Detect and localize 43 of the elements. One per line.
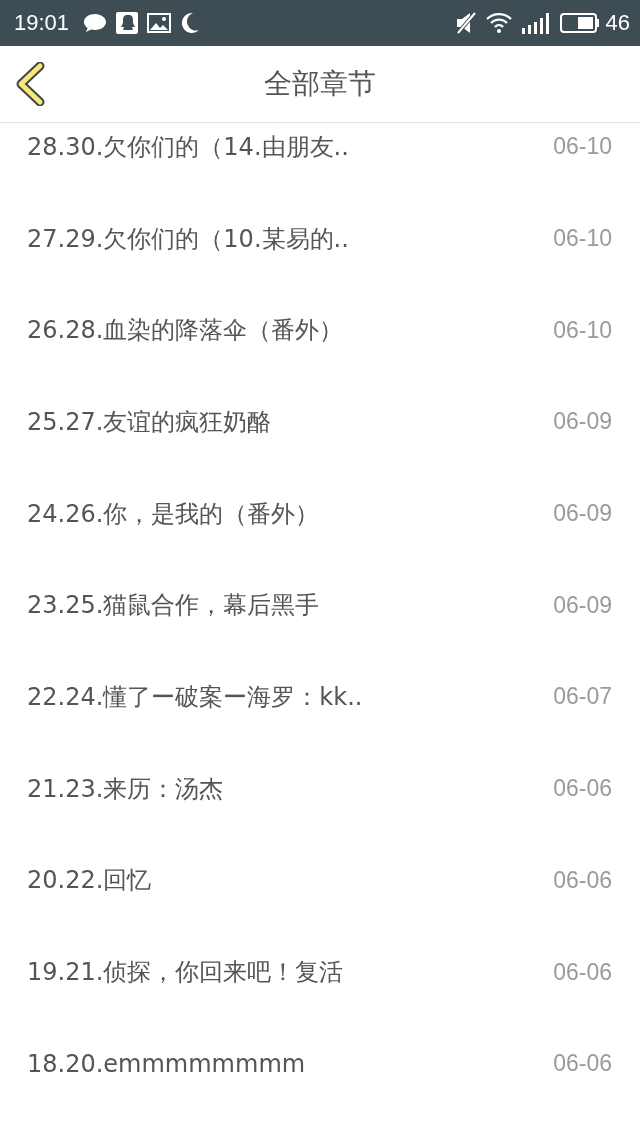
- wifi-icon: [485, 12, 512, 34]
- chapter-date: 06-09: [553, 408, 612, 436]
- chapter-item[interactable]: 27.29.欠你们的（10.某易的.. 06-10: [0, 192, 640, 285]
- chapter-title: 27.29.欠你们的（10.某易的..: [27, 223, 349, 255]
- chapter-date: 06-09: [553, 591, 612, 619]
- chapter-title: 23.25.猫鼠合作，幕后黑手: [27, 590, 320, 622]
- chapter-date: 06-10: [553, 133, 612, 161]
- image-icon: [147, 13, 172, 33]
- chapter-item[interactable]: 18.20.emmmmmmmm 06-06: [0, 1017, 640, 1110]
- chapter-title: 20.22.回忆: [27, 865, 152, 897]
- chapter-item[interactable]: 23.25.猫鼠合作，幕后黑手 06-09: [0, 559, 640, 652]
- chapter-date: 06-10: [553, 225, 612, 253]
- page-title: 全部章节: [264, 66, 376, 102]
- signal-icon: [520, 12, 551, 34]
- chapter-title: 28.30.欠你们的（14.由朋友..: [27, 131, 349, 163]
- chapter-item[interactable]: 20.22.回忆 06-06: [0, 834, 640, 927]
- chapter-item[interactable]: 22.24.懂了ー破案ー海罗：kk.. 06-07: [0, 651, 640, 743]
- chapter-date: 06-06: [553, 775, 612, 803]
- chapter-title: 26.28.血染的降落伞（番外）: [27, 315, 344, 347]
- chapter-title: 18.20.emmmmmmmm: [27, 1049, 306, 1078]
- chapter-date: 06-07: [553, 683, 612, 711]
- chapter-item[interactable]: 19.21.侦探，你回来吧！复活 06-06: [0, 926, 640, 1018]
- chapter-title: 24.26.你，是我的（番外）: [27, 498, 320, 530]
- chat-bubble-icon: [83, 13, 108, 33]
- status-time: 19:01: [14, 10, 70, 36]
- chapter-title: 25.27.友谊的疯狂奶酪: [27, 406, 272, 438]
- chapter-title: 19.21.侦探，你回来吧！复活: [27, 957, 344, 989]
- chapter-date: 06-06: [553, 866, 612, 894]
- chapter-item[interactable]: 25.27.友谊的疯狂奶酪 06-09: [0, 376, 640, 468]
- chapter-date: 06-06: [553, 958, 612, 986]
- mute-icon: [454, 11, 477, 35]
- chapter-date: 06-06: [553, 1050, 612, 1078]
- chapter-date: 06-09: [553, 500, 612, 528]
- chapter-item[interactable]: 28.30.欠你们的（14.由朋友.. 06-10: [0, 123, 640, 193]
- battery-level: 46: [605, 10, 630, 36]
- chapter-item[interactable]: 24.26.你，是我的（番外） 06-09: [0, 467, 640, 560]
- chapter-item[interactable]: 26.28.血染的降落伞（番外） 06-10: [0, 284, 640, 377]
- moon-icon: [180, 12, 201, 34]
- battery-icon: [559, 12, 600, 34]
- chapter-title: 22.24.懂了ー破案ー海罗：kk..: [27, 681, 363, 713]
- chapter-date: 06-10: [553, 316, 612, 344]
- chapter-title: 21.23.来历：汤杰: [27, 773, 224, 805]
- chapter-item[interactable]: 21.23.来历：汤杰 06-06: [0, 742, 640, 835]
